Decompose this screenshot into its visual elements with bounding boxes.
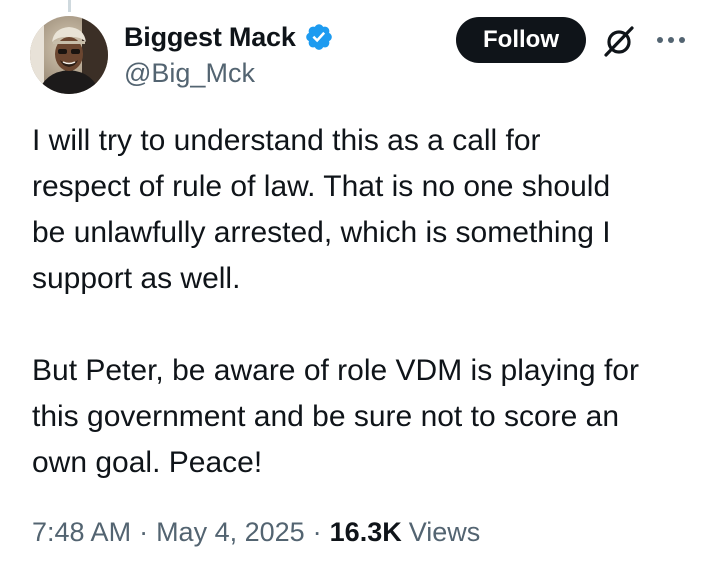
tweet-metadata: 7:48 AM · May 4, 2025 · 16.3K Views bbox=[32, 517, 480, 548]
follow-button[interactable]: Follow bbox=[456, 17, 586, 63]
tweet-text: I will try to understand this as a call … bbox=[32, 118, 692, 486]
thread-connector-line bbox=[68, 0, 71, 12]
meta-separator: · bbox=[312, 517, 322, 547]
author-display-name[interactable]: Biggest Mack bbox=[124, 22, 296, 53]
tweet-paragraph: I will try to understand this as a call … bbox=[32, 124, 611, 295]
tweet-paragraph: But Peter, be aware of role VDM is playi… bbox=[32, 354, 639, 479]
author-handle[interactable]: @Big_Mck bbox=[124, 58, 255, 89]
views-count: 16.3K bbox=[329, 517, 402, 547]
avatar[interactable] bbox=[30, 16, 108, 94]
slashed-circle-icon[interactable] bbox=[600, 22, 638, 60]
tweet-date[interactable]: May 4, 2025 bbox=[156, 517, 305, 548]
verified-badge-icon[interactable] bbox=[304, 22, 334, 52]
meta-separator: · bbox=[139, 517, 149, 547]
author-name-row: Biggest Mack bbox=[124, 18, 334, 56]
more-dots-icon[interactable] bbox=[654, 26, 688, 54]
tweet-time[interactable]: 7:48 AM bbox=[32, 517, 131, 548]
views-label: Views bbox=[408, 517, 481, 547]
